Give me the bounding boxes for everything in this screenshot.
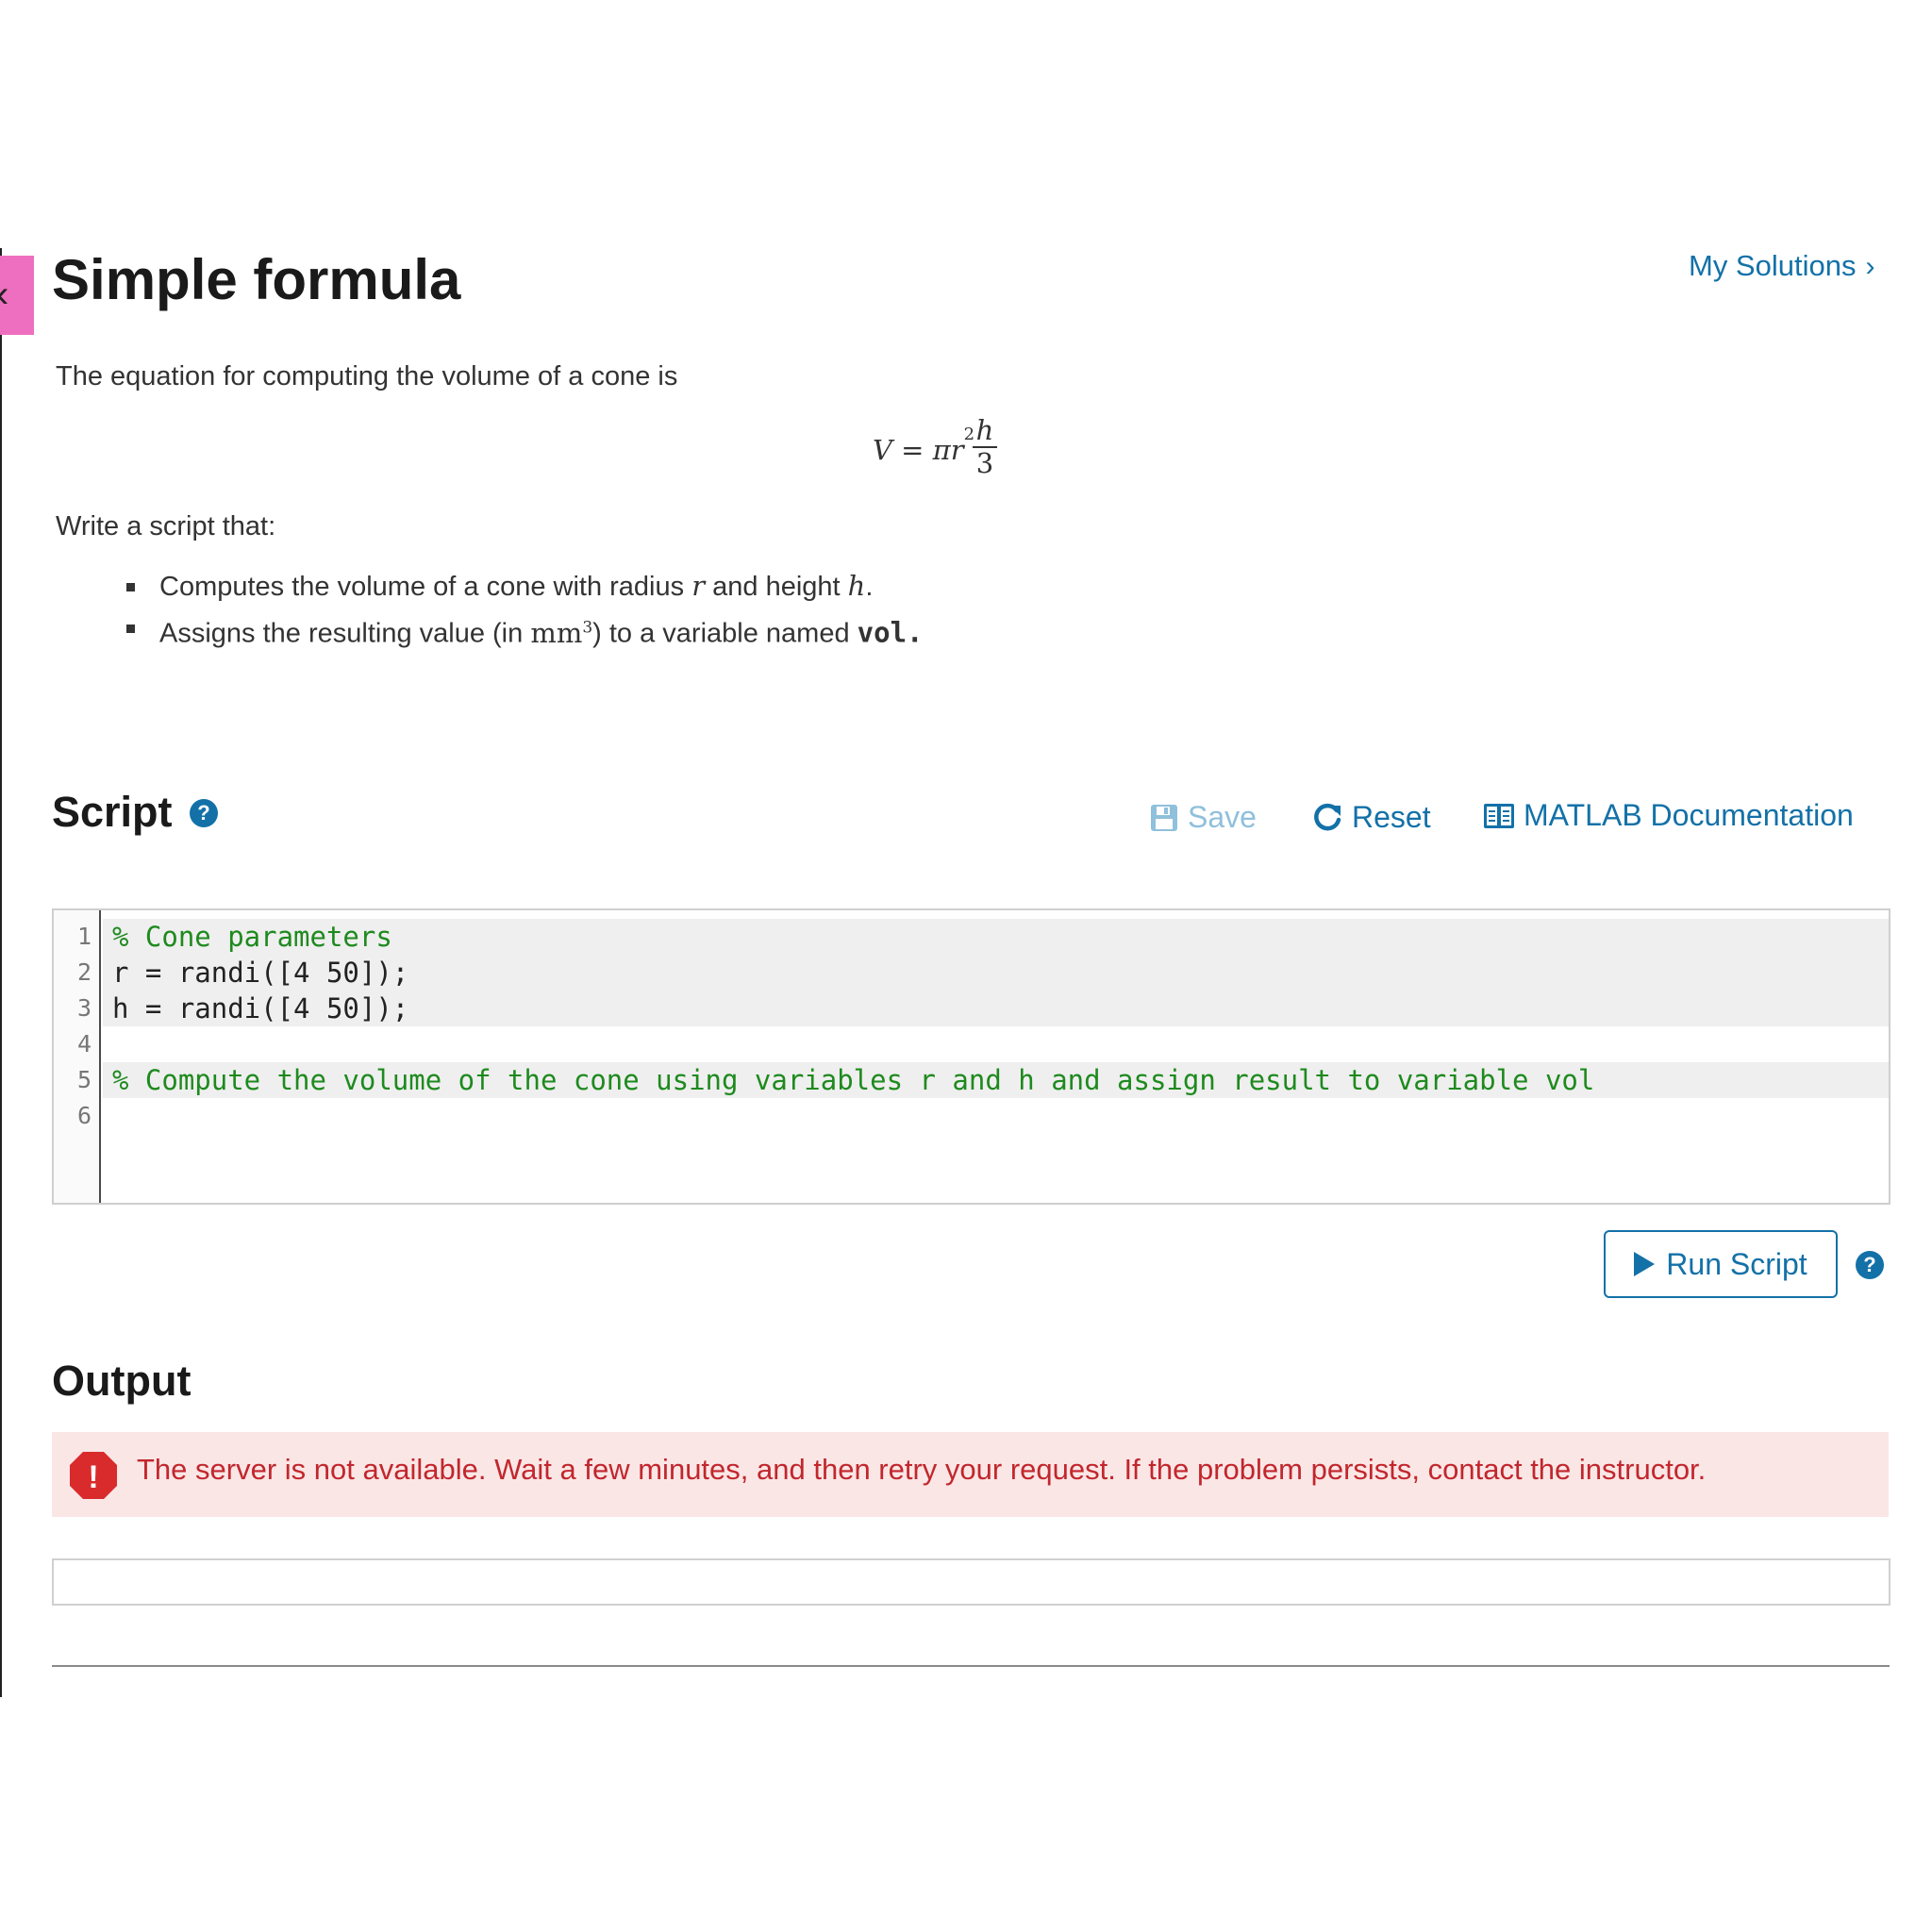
reset-label: Reset: [1352, 800, 1431, 834]
task-item-assign: Assigns the resulting value (in mm3) to …: [123, 608, 924, 655]
formula-fraction: h 3: [973, 415, 997, 477]
error-icon: !: [70, 1452, 117, 1499]
line-number: 2: [76, 958, 92, 986]
run-script-button[interactable]: Run Script: [1604, 1230, 1838, 1298]
line-number: 4: [76, 1030, 92, 1058]
run-script-label: Run Script: [1666, 1246, 1807, 1281]
line-number: 5: [76, 1066, 92, 1093]
my-solutions-link[interactable]: My Solutions ›: [1689, 249, 1874, 283]
code-line: r = randi([4 50]);: [103, 955, 1889, 991]
formula-lhs: V = πr2: [873, 425, 975, 466]
line-number: 3: [76, 994, 92, 1022]
code-line[interactable]: [103, 1098, 1889, 1134]
code-line: % Cone parameters: [103, 919, 1889, 955]
error-message: The server is not available. Wait a few …: [137, 1453, 1707, 1486]
matlab-documentation-link[interactable]: MATLAB Documentation: [1483, 798, 1854, 833]
reset-button[interactable]: Reset: [1311, 800, 1431, 835]
script-help-icon[interactable]: ?: [190, 799, 218, 827]
formula-denominator: 3: [975, 447, 994, 479]
task-label: Write a script that:: [56, 511, 276, 541]
task-list: Computes the volume of a cone with radiu…: [123, 566, 924, 655]
run-help-icon[interactable]: ?: [1856, 1251, 1884, 1279]
left-border: [0, 248, 2, 1697]
var-r: r: [691, 570, 706, 602]
problem-intro: The equation for computing the volume of…: [56, 361, 678, 391]
task-item-compute: Computes the volume of a cone with radiu…: [123, 566, 924, 608]
play-icon: [1634, 1252, 1656, 1276]
code-editor[interactable]: 1 2 3 4 5 6 % Cone parameters r = randi(…: [52, 908, 1890, 1205]
code-line[interactable]: [103, 1026, 1889, 1062]
line-number-gutter: 1 2 3 4 5 6: [54, 910, 101, 1203]
line-number: 6: [76, 1102, 92, 1129]
error-alert: ! The server is not available. Wait a fe…: [52, 1432, 1889, 1517]
page-title: Simple formula: [52, 248, 461, 311]
svg-text:!: !: [88, 1459, 98, 1495]
line-number: 1: [76, 923, 92, 950]
reset-icon: [1314, 803, 1341, 830]
var-vol: vol.: [857, 616, 924, 649]
script-heading: Script: [52, 788, 173, 836]
formula-numerator: h: [975, 414, 994, 446]
my-solutions-label: My Solutions: [1689, 249, 1857, 282]
matlab-documentation-label: MATLAB Documentation: [1524, 798, 1854, 832]
save-icon: [1151, 804, 1177, 831]
var-h: h: [847, 570, 866, 602]
output-display: [52, 1558, 1890, 1606]
code-line: % Compute the volume of the cone using v…: [103, 1062, 1889, 1098]
output-heading: Output: [52, 1357, 192, 1405]
book-icon: [1484, 803, 1514, 828]
save-button[interactable]: Save: [1149, 800, 1257, 835]
unit-mm3: mm3: [530, 616, 593, 649]
save-label: Save: [1188, 800, 1257, 834]
chevron-right-icon: ›: [1865, 251, 1875, 282]
chevron-left-icon[interactable]: ‹: [0, 275, 8, 313]
code-line: h = randi([4 50]);: [103, 991, 1889, 1026]
divider: [52, 1665, 1890, 1667]
